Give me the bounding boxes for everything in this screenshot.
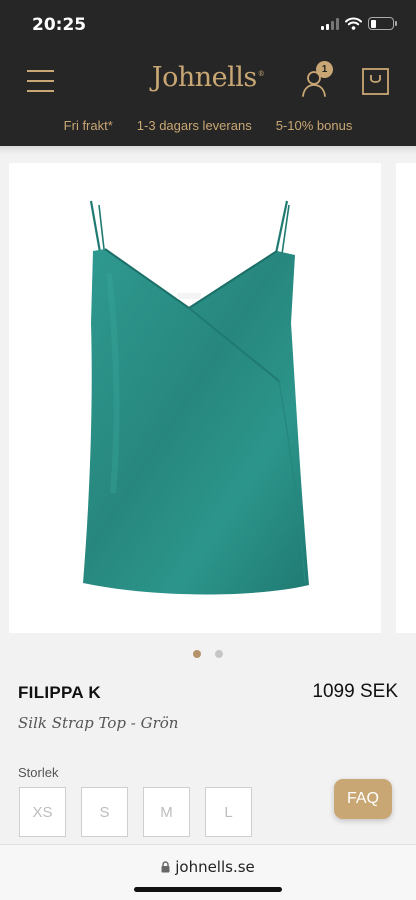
usp-bar: Fri frakt* 1-3 dagars leverans 5-10% bon… xyxy=(0,118,416,133)
next-image-slide-peek[interactable] xyxy=(396,163,416,633)
usp-delivery-time: 1-3 dagars leverans xyxy=(136,118,252,133)
size-option-l[interactable]: L xyxy=(205,787,252,837)
size-option-xs[interactable]: XS xyxy=(19,787,66,837)
header-bar: 20:25 Johnells® 1 Fri frakt* 1-3 dagars xyxy=(0,0,416,146)
status-icons xyxy=(321,17,397,30)
usp-free-shipping: Fri frakt* xyxy=(63,118,113,133)
faq-button[interactable]: FAQ xyxy=(334,779,392,819)
shopping-bag-icon xyxy=(362,68,389,95)
gallery-pagination xyxy=(0,650,416,658)
product-image-slide[interactable] xyxy=(9,163,381,633)
pagination-dot[interactable] xyxy=(215,650,223,658)
status-time: 20:25 xyxy=(32,15,87,35)
lock-icon xyxy=(161,861,170,873)
logo-registered-mark: ® xyxy=(257,70,265,78)
pagination-dot[interactable] xyxy=(193,650,201,658)
product-price: 1099 SEK xyxy=(312,681,398,702)
cart-button[interactable] xyxy=(362,68,389,95)
site-logo[interactable]: Johnells® xyxy=(0,62,416,93)
header-shadow xyxy=(0,146,416,154)
product-brand[interactable]: FILIPPA K xyxy=(18,683,101,703)
account-badge: 1 xyxy=(316,61,333,78)
wifi-icon xyxy=(345,17,362,30)
product-photo xyxy=(83,200,309,595)
size-label: Storlek xyxy=(18,765,59,780)
size-option-m[interactable]: M xyxy=(143,787,190,837)
product-name: Silk Strap Top - Grön xyxy=(18,714,179,732)
browser-address-bar[interactable]: johnells.se xyxy=(0,844,416,900)
size-selector: XS S M L xyxy=(19,787,252,837)
url-text: johnells.se xyxy=(175,858,255,876)
url-display[interactable]: johnells.se xyxy=(0,858,416,876)
home-indicator[interactable] xyxy=(134,887,282,892)
cellular-signal-icon xyxy=(321,17,339,30)
size-option-s[interactable]: S xyxy=(81,787,128,837)
battery-icon xyxy=(368,17,397,30)
usp-bonus: 5-10% bonus xyxy=(275,118,353,133)
logo-text: Johnells xyxy=(151,62,257,93)
